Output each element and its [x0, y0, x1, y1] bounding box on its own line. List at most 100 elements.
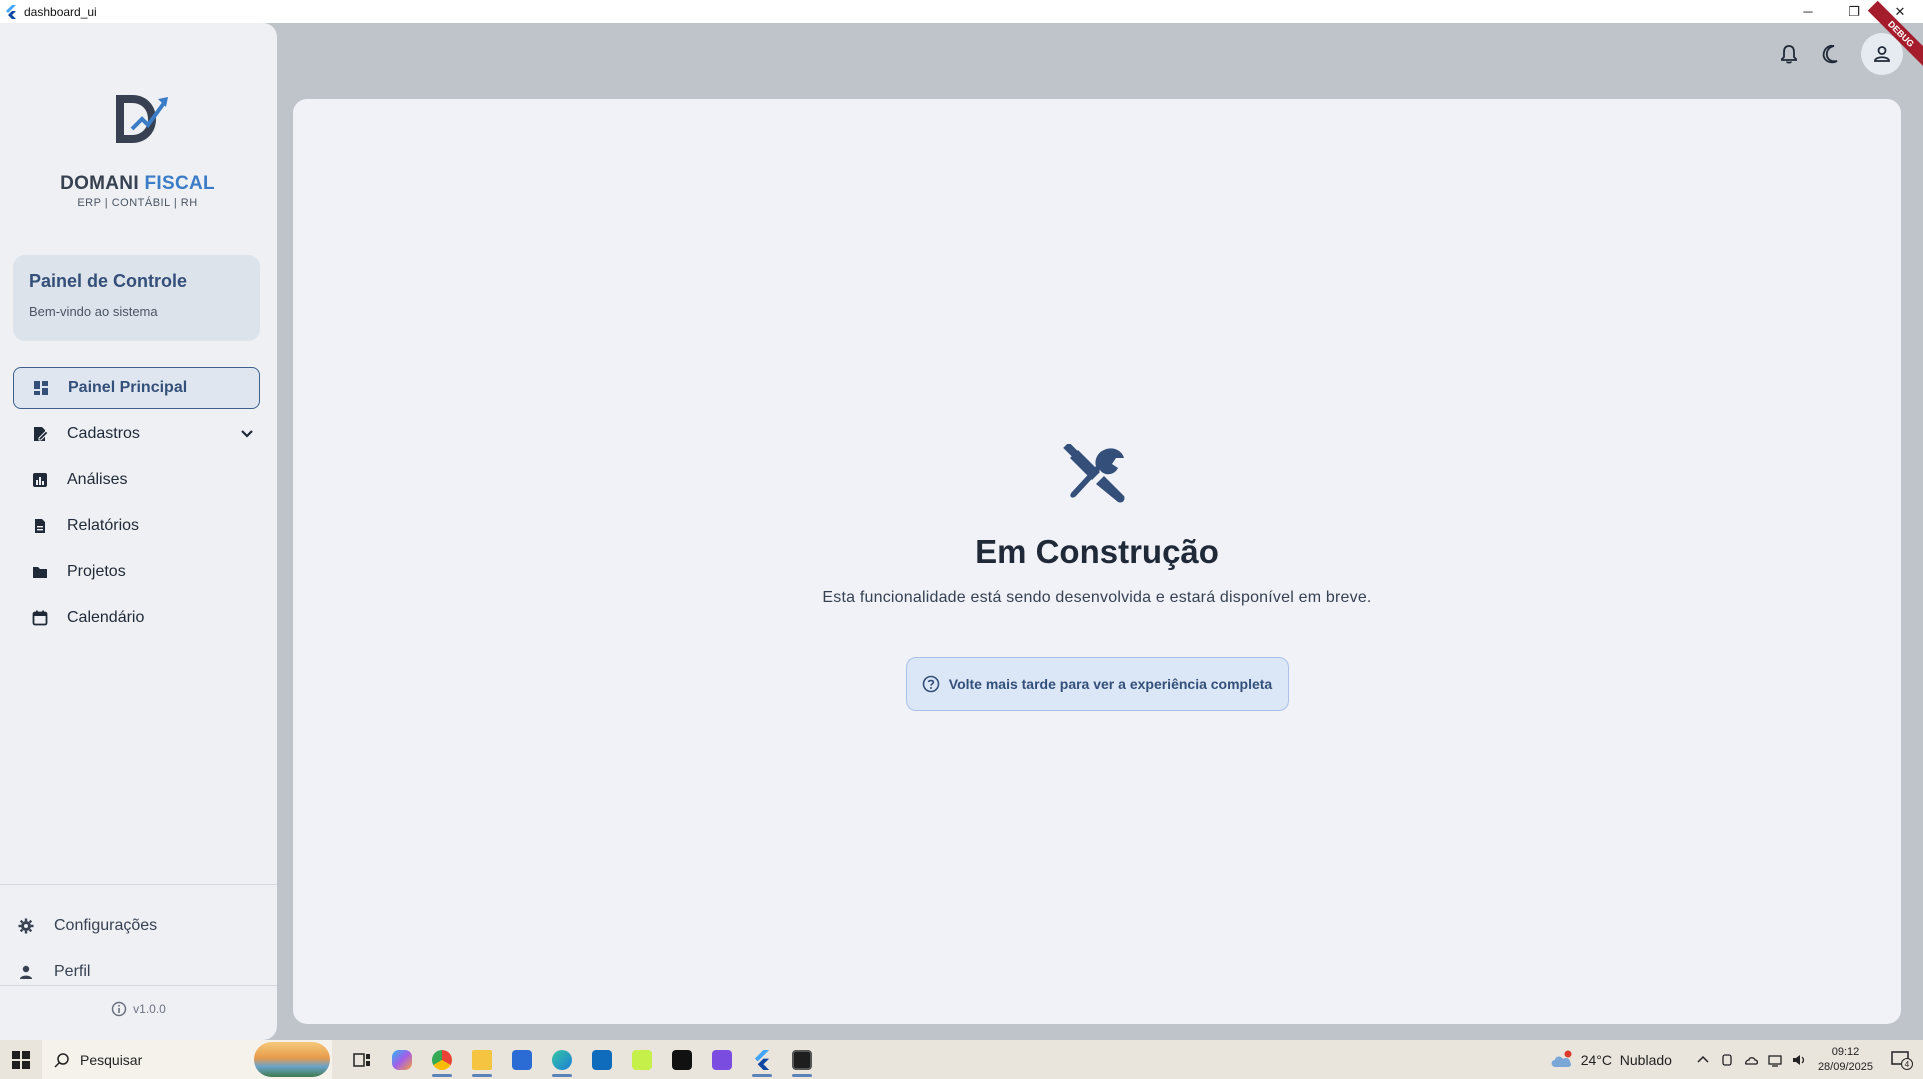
- page-description: Esta funcionalidade está sendo desenvolv…: [822, 589, 1372, 606]
- info-notice: Volte mais tarde para ver a experiência …: [905, 657, 1289, 711]
- purple-app-icon: [712, 1049, 732, 1070]
- person-icon: [18, 964, 34, 980]
- store-app[interactable]: [502, 1040, 542, 1079]
- folder-icon: [472, 1049, 492, 1070]
- flutter-app[interactable]: [742, 1040, 782, 1079]
- file-explorer-app[interactable]: [462, 1040, 502, 1079]
- notification-count: 4: [1905, 1060, 1910, 1069]
- edge-icon: [552, 1049, 572, 1070]
- sidebar-divider: [0, 884, 277, 885]
- info-icon: [111, 1001, 127, 1017]
- copilot-icon: [392, 1049, 412, 1070]
- nav-item-relatorios[interactable]: Relatórios: [13, 505, 260, 547]
- live-icon: [632, 1049, 652, 1070]
- weather-condition: Nublado: [1619, 1051, 1672, 1068]
- version-label: v1.0.0: [133, 1002, 166, 1016]
- live-app[interactable]: [622, 1040, 662, 1079]
- page-title: Em Construção: [975, 533, 1219, 570]
- start-button[interactable]: [0, 1040, 42, 1079]
- nav-item-label: Cadastros: [67, 425, 140, 442]
- panel-title: Painel de Controle: [29, 271, 188, 291]
- purple-app[interactable]: [702, 1040, 742, 1079]
- person-icon: [1874, 46, 1890, 62]
- panel-subtitle: Bem-vindo ao sistema: [29, 304, 158, 319]
- window-title-bar: dashboard_ui ─ ❐ ✕: [0, 0, 1923, 23]
- nav-item-painel-principal[interactable]: Painel Principal: [13, 367, 260, 409]
- taskbar-apps: [342, 1040, 822, 1079]
- task-view-icon: [353, 1052, 370, 1067]
- nav-item-calendario[interactable]: Calendário: [13, 597, 260, 639]
- sidebar-divider: [0, 985, 277, 986]
- volume-icon[interactable]: [1792, 1053, 1806, 1067]
- chrome-app[interactable]: [422, 1040, 462, 1079]
- search-highlight-image: [254, 1042, 330, 1077]
- clock-time: 09:12: [1831, 1045, 1860, 1058]
- app-area: DOMANI FISCAL ERP | CONTÁBIL | RH Painel…: [0, 0, 1923, 1040]
- folder-icon: [31, 563, 49, 581]
- logo-name-main: DOMANI: [60, 173, 139, 194]
- help-circle-icon: [922, 675, 940, 693]
- nav-item-analises[interactable]: Análises: [13, 459, 260, 501]
- sidebar-nav: Painel Principal Cadastros Análises Rela…: [13, 367, 260, 643]
- outlook-icon: [592, 1049, 612, 1070]
- window-title: dashboard_ui: [24, 4, 97, 19]
- notification-icon: 4: [1891, 1050, 1913, 1070]
- store-icon: [512, 1049, 532, 1070]
- tray-icons: [1696, 1053, 1806, 1067]
- version-info: v1.0.0: [0, 1001, 277, 1017]
- notifications-button[interactable]: [1777, 42, 1801, 66]
- construction-tools-icon: [1063, 442, 1125, 503]
- sidebar-bottom-nav: Configurações Perfil: [0, 903, 277, 995]
- weather-widget[interactable]: 24°C Nublado: [1549, 1050, 1672, 1070]
- meet-icon[interactable]: [1720, 1053, 1734, 1067]
- weather-temperature: 24°C: [1580, 1051, 1612, 1068]
- description-icon: [31, 517, 49, 535]
- windows-logo-icon: [12, 1050, 30, 1069]
- network-icon[interactable]: [1768, 1053, 1782, 1067]
- task-view-button[interactable]: [342, 1040, 382, 1079]
- onedrive-icon[interactable]: [1744, 1053, 1758, 1067]
- cloud-icon: [1551, 1050, 1572, 1067]
- edge-app[interactable]: [542, 1040, 582, 1079]
- window-controls: ─ ❐ ✕: [1785, 0, 1923, 23]
- nav-item-label: Calendário: [67, 609, 145, 626]
- nav-item-cadastros[interactable]: Cadastros: [13, 413, 260, 455]
- nav-item-label: Relatórios: [67, 517, 140, 534]
- search-icon: [54, 1052, 69, 1068]
- notice-text: Volte mais tarde para ver a experiência …: [948, 676, 1273, 692]
- profile-label: Perfil: [54, 963, 91, 980]
- logo-mark-icon: [116, 95, 168, 143]
- nav-item-projetos[interactable]: Projetos: [13, 551, 260, 593]
- outlook-app[interactable]: [582, 1040, 622, 1079]
- copilot-app[interactable]: [382, 1040, 422, 1079]
- main-content: Em Construção Esta funcionalidade está s…: [293, 99, 1901, 1024]
- header-actions: [1777, 33, 1903, 75]
- moon-icon: [1822, 44, 1838, 64]
- edit-document-icon: [31, 425, 49, 443]
- capcut-app[interactable]: [662, 1040, 702, 1079]
- search-placeholder: Pesquisar: [80, 1051, 143, 1068]
- calendar-icon: [31, 609, 49, 627]
- under-construction-block: Em Construção Esta funcionalidade está s…: [293, 442, 1901, 711]
- sidebar: DOMANI FISCAL ERP | CONTÁBIL | RH Painel…: [0, 23, 277, 1040]
- notification-center-button[interactable]: 4: [1887, 1045, 1917, 1075]
- profile-link[interactable]: Perfil: [0, 949, 277, 995]
- nav-item-label: Painel Principal: [68, 379, 188, 396]
- settings-link[interactable]: Configurações: [0, 903, 277, 949]
- logo: DOMANI FISCAL ERP | CONTÁBIL | RH: [50, 89, 225, 209]
- minimize-button[interactable]: ─: [1785, 0, 1831, 23]
- taskbar-search[interactable]: Pesquisar: [42, 1040, 332, 1079]
- taskbar-clock[interactable]: 09:12 28/09/2025: [1818, 1045, 1873, 1075]
- logo-tagline: ERP | CONTÁBIL | RH: [77, 197, 198, 209]
- dashboard-icon: [32, 379, 50, 397]
- nav-item-label: Análises: [67, 471, 128, 488]
- chrome-icon: [432, 1049, 452, 1070]
- chevron-down-icon[interactable]: [238, 425, 256, 443]
- gear-icon: [18, 918, 34, 934]
- settings-label: Configurações: [54, 917, 158, 934]
- analytics-icon: [31, 471, 49, 489]
- logo-name: DOMANI FISCAL: [50, 173, 225, 195]
- terminal-app[interactable]: [782, 1040, 822, 1079]
- chevron-up-icon[interactable]: [1696, 1053, 1710, 1067]
- dark-mode-toggle[interactable]: [1819, 42, 1843, 66]
